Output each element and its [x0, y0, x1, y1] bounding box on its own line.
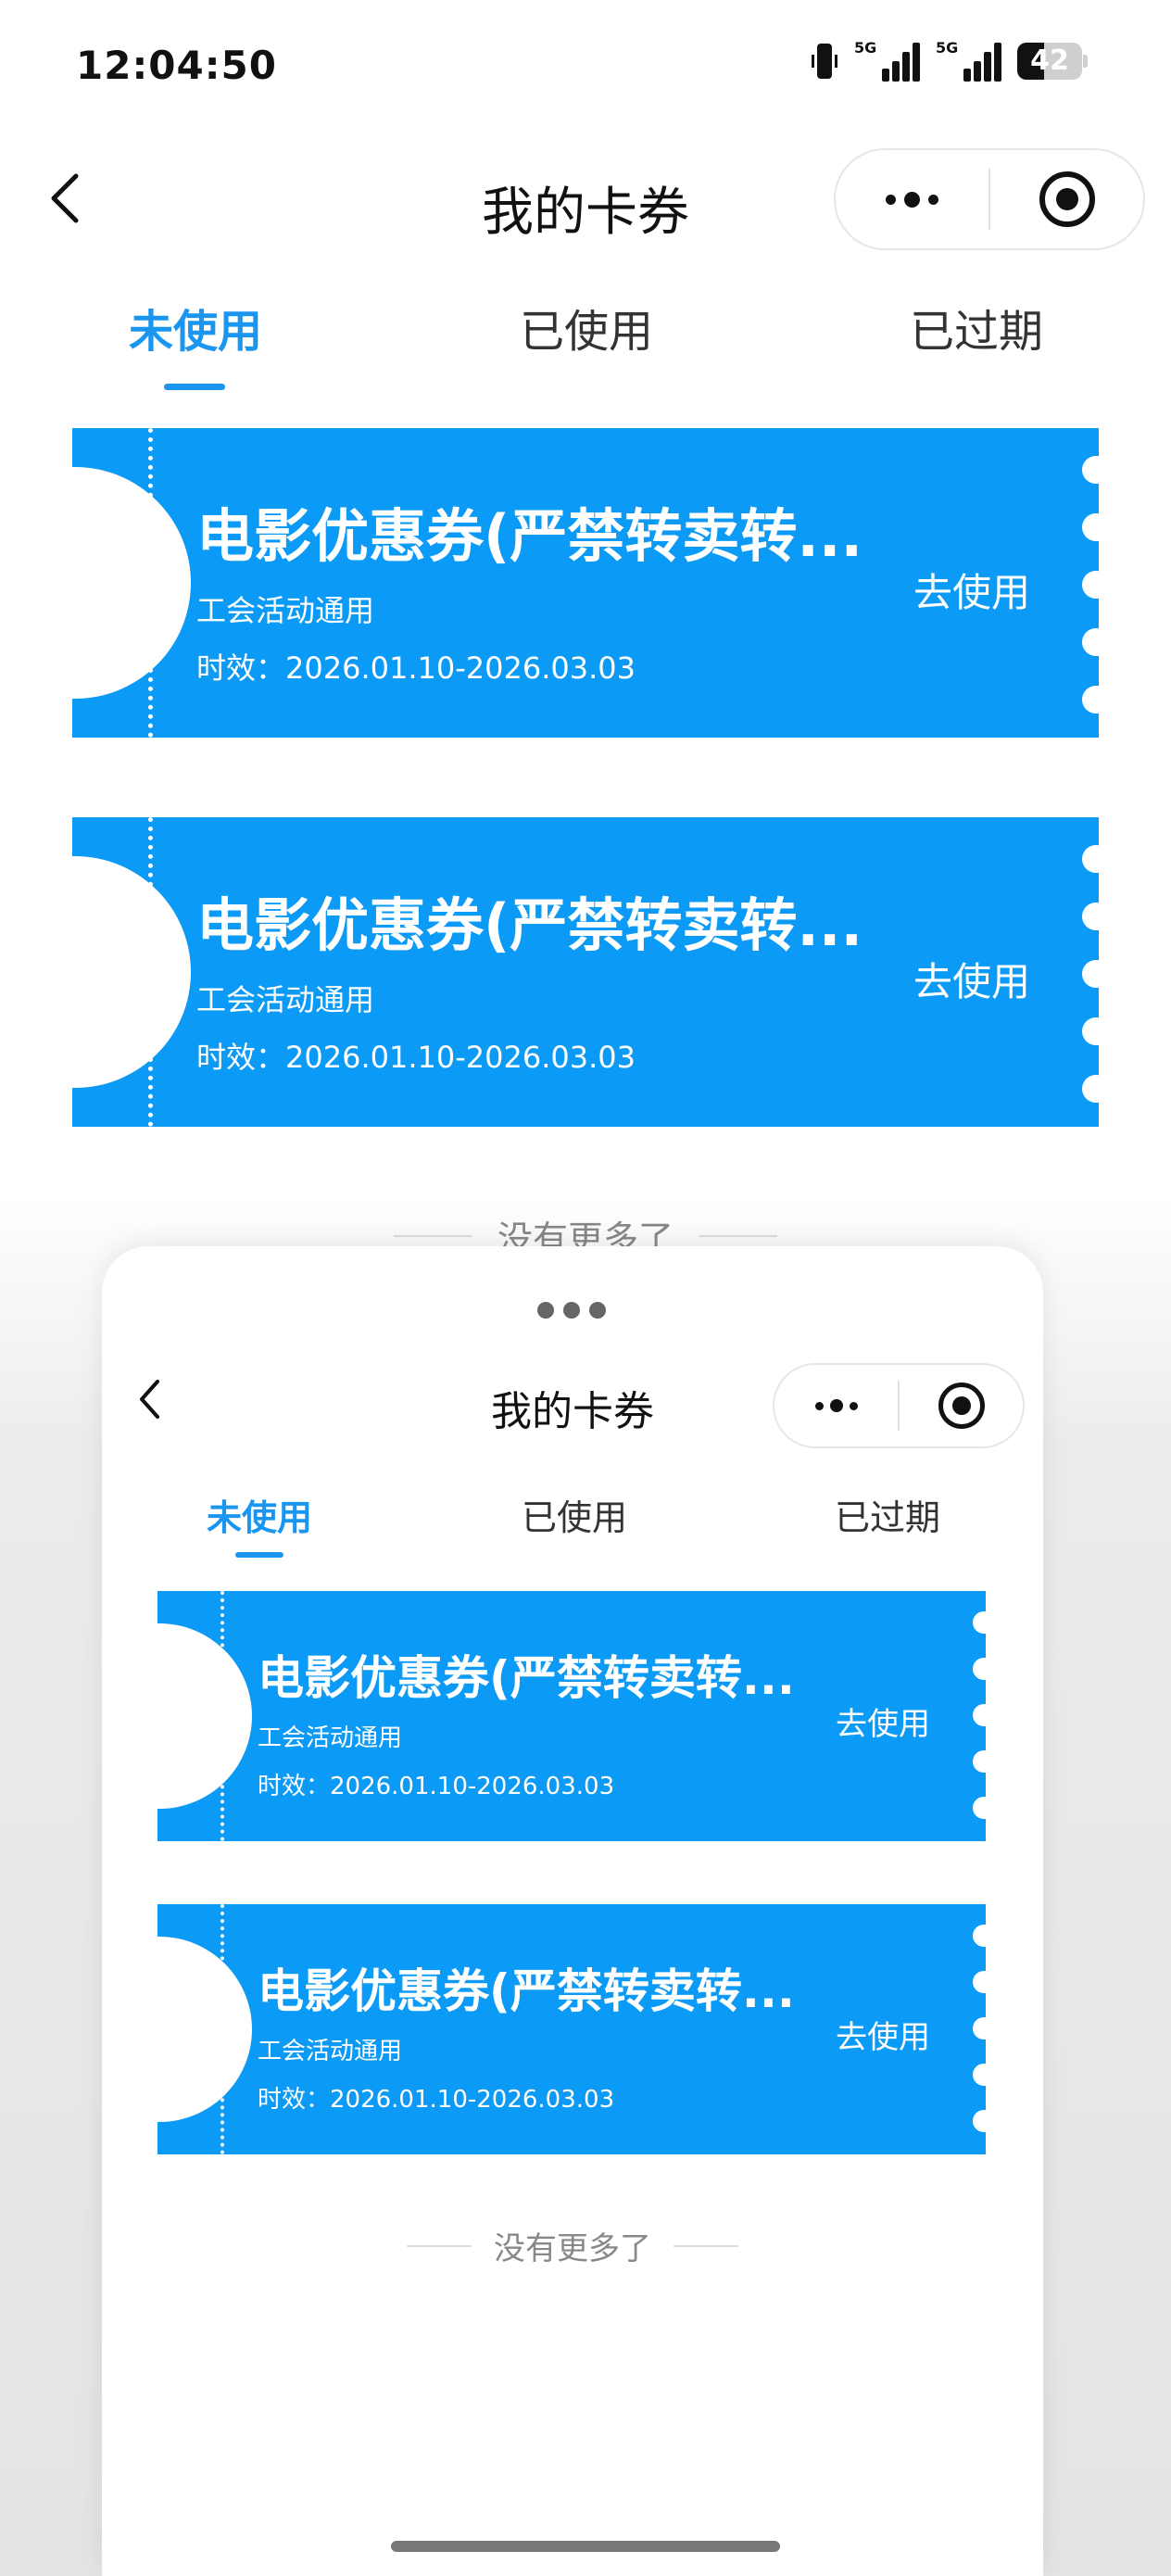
coupon-card[interactable]: 电影优惠券(严禁转卖转... 工会活动通用 时效：2026.01.10-2026…	[72, 817, 1099, 1127]
coupon-validity: 时效：2026.01.10-2026.03.03	[258, 2086, 615, 2114]
coupon-subtitle: 工会活动通用	[196, 593, 375, 628]
status-time: 12:04:50	[76, 43, 277, 88]
more-button[interactable]	[836, 150, 988, 248]
coupon-title: 电影优惠券(严禁转卖转...	[196, 502, 863, 570]
home-indicator[interactable]	[391, 2541, 780, 2552]
tab-label: 未使用	[206, 1497, 312, 1538]
status-bar: 12:04:50 5G 5G 42	[0, 0, 1171, 139]
coupon-card[interactable]: 电影优惠券(严禁转卖转... 工会活动通用 时效：2026.01.10-2026…	[72, 428, 1099, 738]
tab-unused[interactable]: 未使用	[0, 295, 391, 390]
more-button[interactable]	[774, 1365, 898, 1446]
tab-underline	[164, 384, 225, 390]
use-coupon-button[interactable]: 去使用	[836, 1698, 930, 1744]
coupon-validity: 时效：2026.01.10-2026.03.03	[196, 1040, 636, 1075]
coupon-validity: 时效：2026.01.10-2026.03.03	[196, 650, 636, 686]
tab-label: 未使用	[128, 306, 262, 358]
close-button[interactable]	[990, 150, 1143, 248]
navbar: 我的卡券	[0, 139, 1171, 259]
use-coupon-button[interactable]: 去使用	[913, 951, 1030, 1007]
menu-capsule	[834, 148, 1145, 250]
battery-level: 42	[1030, 44, 1069, 77]
tab-bar: 未使用 已使用 已过期	[0, 295, 1171, 390]
use-coupon-button[interactable]: 去使用	[913, 562, 1030, 618]
coupon-subtitle: 工会活动通用	[196, 982, 375, 1017]
coupon-title: 电影优惠券(严禁转卖转...	[258, 1964, 795, 2018]
coupon-title: 电影优惠券(严禁转卖转...	[258, 1651, 795, 1705]
tab-label: 已使用	[521, 1497, 627, 1538]
coupon-card[interactable]: 电影优惠券(严禁转卖转... 工会活动通用 时效：2026.01.10-2026…	[157, 1591, 986, 1841]
coupon-card[interactable]: 电影优惠券(严禁转卖转... 工会活动通用 时效：2026.01.10-2026…	[157, 1904, 986, 2154]
drag-handle[interactable]	[537, 1302, 606, 1319]
tab-used[interactable]: 已使用	[391, 295, 782, 360]
tab-used[interactable]: 已使用	[417, 1489, 732, 1540]
use-coupon-button[interactable]: 去使用	[836, 2012, 930, 2057]
target-close-icon	[1039, 171, 1095, 227]
tab-label: 已过期	[834, 1497, 940, 1538]
tab-underline	[235, 1552, 283, 1558]
vibrate-icon	[812, 42, 837, 81]
signal-icon: 5G	[854, 39, 920, 82]
signal-label: 5G	[854, 39, 877, 57]
more-dots-icon	[886, 191, 938, 208]
coupon-subtitle: 工会活动通用	[258, 1724, 403, 1752]
more-dots-icon	[814, 1399, 858, 1412]
coupon-validity: 时效：2026.01.10-2026.03.03	[258, 1773, 615, 1800]
coupon-subtitle: 工会活动通用	[258, 2038, 403, 2065]
tab-expired[interactable]: 已过期	[782, 295, 1171, 360]
close-button[interactable]	[900, 1365, 1023, 1446]
target-close-icon	[938, 1383, 985, 1429]
battery-icon: 42	[1017, 43, 1088, 80]
signal-icon: 5G	[936, 39, 1001, 82]
end-text: 没有更多了	[494, 2230, 651, 2267]
tab-label: 已使用	[519, 306, 653, 358]
status-icons: 5G 5G 42	[812, 39, 1088, 82]
coupon-title: 电影优惠券(严禁转卖转...	[196, 891, 863, 959]
tab-unused[interactable]: 未使用	[102, 1489, 417, 1558]
end-of-list: 没有更多了	[102, 2223, 1043, 2268]
tab-label: 已过期	[909, 306, 1043, 358]
tab-bar: 未使用 已使用 已过期	[102, 1489, 1043, 1558]
menu-capsule	[773, 1363, 1025, 1448]
signal-label: 5G	[936, 39, 959, 57]
tab-expired[interactable]: 已过期	[732, 1489, 1043, 1540]
floating-window: 我的卡券 未使用 已使用 已过期 电影优惠券(严禁转卖转... 工会活动通用 时…	[102, 1246, 1043, 2576]
